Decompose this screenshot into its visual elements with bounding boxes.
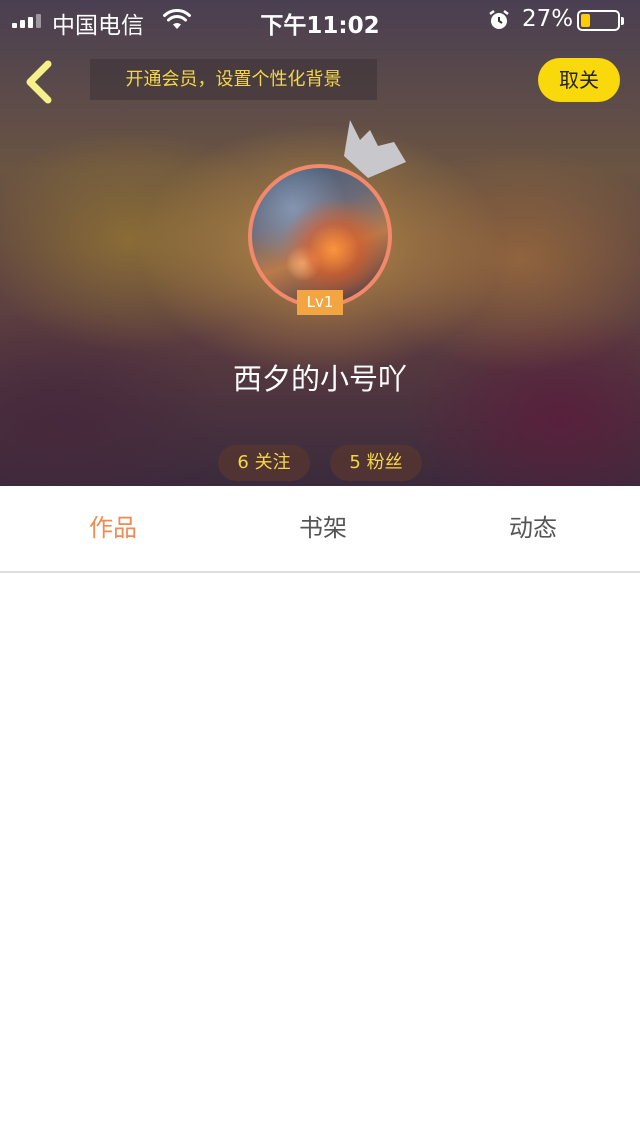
tab-activity[interactable]: 动态 [453,486,613,571]
battery-percent: 27% [522,6,574,32]
status-bar: 中国电信 下午11:02 27% [0,0,640,40]
profile-tabs: 作品 书架 动态 [0,486,640,573]
tab-bookshelf[interactable]: 书架 [243,486,403,571]
battery-level [581,14,590,27]
unfollow-button[interactable]: 取关 [538,58,620,102]
fans-count[interactable]: 5 粉丝 [330,445,422,481]
battery-icon [577,10,624,31]
tab-works[interactable]: 作品 [33,486,193,571]
back-button[interactable] [18,58,58,106]
profile-stats: 6 关注 5 粉丝 [0,445,640,481]
tab-content [0,574,640,1136]
vip-banner[interactable]: 开通会员，设置个性化背景 [90,59,377,100]
alarm-icon [489,10,509,29]
profile-header: 中国电信 下午11:02 27% 开通会员，设置个性化背景 取关 Lv1 西夕的… [0,0,640,486]
username: 西夕的小号吖 [232,362,407,396]
following-count[interactable]: 6 关注 [218,445,310,481]
avatar[interactable] [248,164,392,308]
level-badge: Lv1 [297,290,343,315]
